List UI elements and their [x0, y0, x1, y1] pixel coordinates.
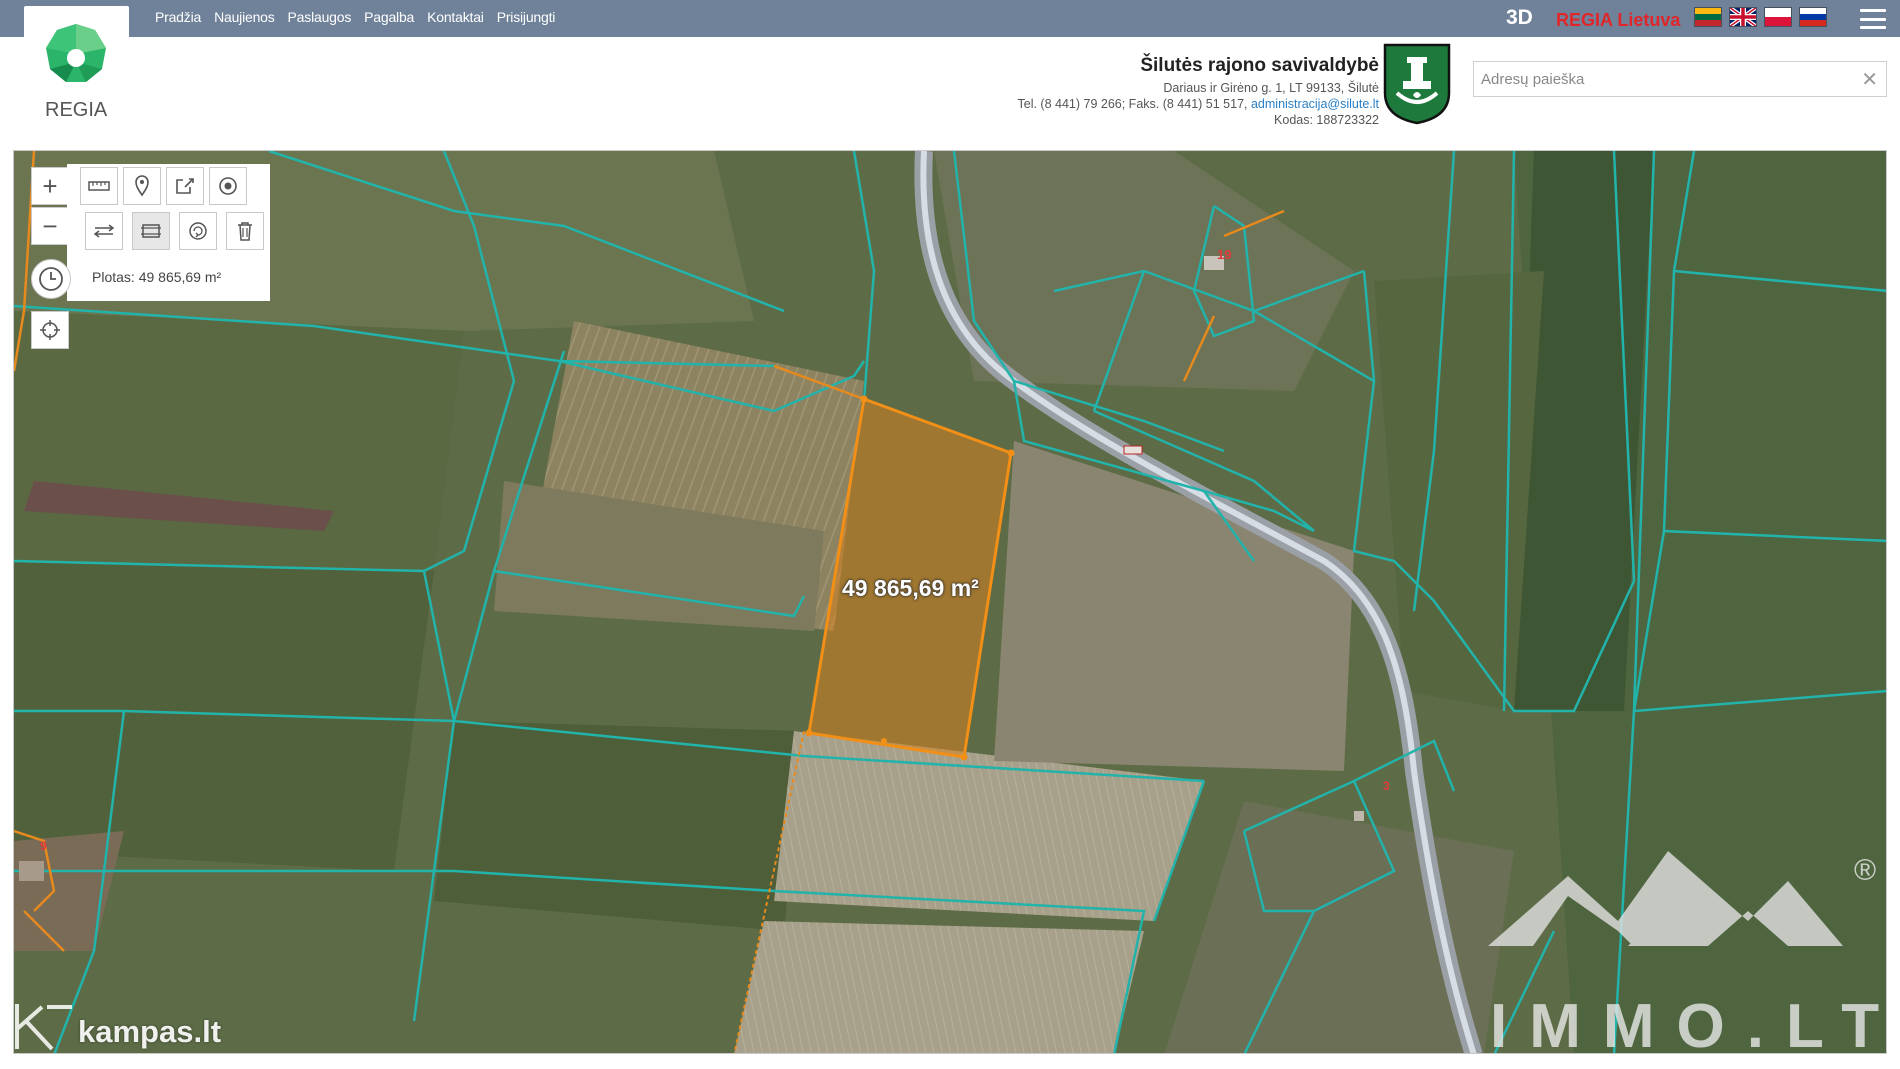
distance-icon — [93, 224, 115, 238]
nav-item-news[interactable]: Naujienos — [214, 9, 275, 25]
clear-measure-button[interactable] — [179, 212, 217, 250]
area-measure-icon — [141, 224, 161, 238]
municipality-contacts: Tel. (8 441) 79 266; Faks. (8 441) 51 51… — [1018, 96, 1380, 112]
main-nav: Pradžia Naujienos Paslaugos Pagalba Kont… — [155, 9, 555, 25]
place-marker-icon — [135, 175, 149, 197]
close-icon[interactable]: ✕ — [1861, 67, 1878, 92]
parcel-area-label: 49 865,69 m² — [842, 575, 979, 601]
delete-button[interactable] — [226, 212, 264, 250]
parcel-number-label: 19 — [1217, 247, 1232, 262]
top-bar: Pradžia Naujienos Paslaugos Pagalba Kont… — [0, 0, 1900, 37]
lithuania-flag-icon[interactable] — [1694, 7, 1722, 27]
nav-item-services[interactable]: Paslaugos — [288, 9, 352, 25]
share-icon — [176, 178, 194, 194]
nav-item-help[interactable]: Pagalba — [364, 9, 414, 25]
history-icon — [39, 267, 63, 291]
coat-of-arms-icon — [1383, 43, 1451, 125]
language-selector — [1694, 7, 1827, 27]
municipality-code: Kodas: 188723322 — [1274, 113, 1379, 127]
menu-icon[interactable] — [1860, 9, 1886, 29]
nav-item-contacts[interactable]: Kontaktai — [427, 9, 484, 25]
regia-logo-text: REGIA — [45, 99, 108, 121]
municipality-phone: Tel. (8 441) 79 266; Faks. (8 441) 51 51… — [1017, 97, 1248, 111]
plus-icon: + — [42, 171, 58, 201]
address-search-input[interactable] — [1479, 62, 1843, 96]
distance-button[interactable] — [85, 212, 123, 250]
kampas-watermark: kampas.lt — [78, 1014, 222, 1049]
target-icon — [219, 177, 237, 195]
regia-logo[interactable]: REGIA — [24, 6, 129, 130]
immo-logo-icon — [1488, 851, 1843, 946]
locate-button[interactable] — [31, 311, 69, 349]
municipality-name: Šilutės rajono savivaldybė — [1140, 55, 1379, 76]
registered-mark: ® — [1854, 854, 1877, 887]
ruler-icon — [88, 181, 110, 191]
map-canvas[interactable]: 19 9 3 49 865,69 m² ® IMMO.LT kampas.lt — [13, 150, 1887, 1054]
minus-icon: − — [42, 211, 58, 241]
clear-measure-icon — [189, 222, 207, 240]
municipality-info: Šilutės rajono savivaldybė Dariaus ir Gi… — [1018, 55, 1380, 128]
uk-flag-icon[interactable] — [1729, 7, 1757, 27]
area-readout: Plotas: 49 865,69 m² — [92, 269, 222, 285]
kampas-logo-icon — [15, 1004, 72, 1051]
russia-flag-icon[interactable] — [1799, 7, 1827, 27]
municipality-email-link[interactable]: administracija@silute.lt — [1251, 97, 1379, 111]
address-search: ✕ — [1473, 61, 1887, 97]
place-marker-button[interactable] — [123, 167, 161, 205]
zoom-out-button[interactable]: − — [31, 207, 69, 245]
parcel-number-label: 9 — [40, 839, 47, 853]
nav-item-home[interactable]: Pradžia — [155, 9, 201, 25]
locate-icon — [40, 320, 60, 340]
target-button[interactable] — [209, 167, 247, 205]
share-button[interactable] — [166, 167, 204, 205]
trash-icon — [238, 222, 252, 241]
nav-item-login[interactable]: Prisijungti — [497, 9, 556, 25]
regia-logo-icon — [46, 24, 106, 82]
zoom-in-button[interactable]: + — [31, 167, 69, 205]
municipality-address: Dariaus ir Girėno g. 1, LT 99133, Šilutė — [1163, 81, 1379, 95]
history-button[interactable] — [31, 259, 71, 299]
immo-watermark: IMMO.LT — [1490, 992, 1887, 1054]
poland-flag-icon[interactable] — [1764, 7, 1792, 27]
parcel-number-label: 3 — [1383, 779, 1390, 793]
measure-distance-button[interactable] — [80, 167, 118, 205]
3d-view-button[interactable]: 3D — [1506, 6, 1533, 30]
area-measure-button[interactable] — [132, 212, 170, 250]
regia-lietuva-link[interactable]: REGIA Lietuva — [1556, 10, 1680, 31]
